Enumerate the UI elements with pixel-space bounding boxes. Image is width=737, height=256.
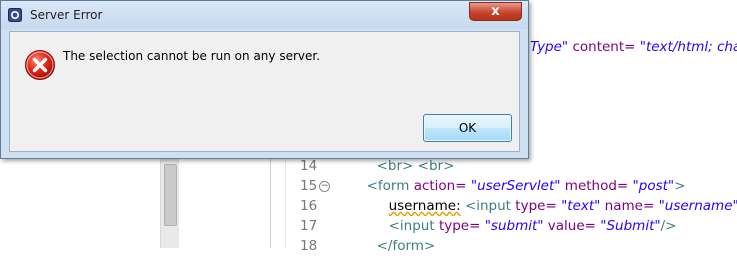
- attr-name: method=: [564, 178, 629, 194]
- attr-value: "post": [632, 178, 675, 194]
- error-icon: [25, 50, 55, 80]
- html-tag: />: [660, 218, 677, 234]
- attr-name: content=: [572, 39, 636, 55]
- attr-name: type=: [515, 198, 557, 214]
- attr-name: value=: [547, 218, 596, 234]
- line-number: 16: [300, 198, 318, 214]
- attr-value: "userServlet": [470, 178, 561, 194]
- html-tag: <br>: [417, 158, 455, 174]
- attr-value: "text/html; char: [639, 39, 737, 55]
- code-line-16[interactable]: 16 username: <input type= "text" name= "…: [300, 196, 737, 216]
- dialog-title: Server Error: [30, 8, 103, 22]
- eclipse-app-icon: [8, 8, 22, 22]
- attr-value: Type": [530, 39, 569, 55]
- code-line-17[interactable]: 17 <input type= "submit" value= "Submit"…: [300, 216, 676, 236]
- ok-label: OK: [458, 121, 477, 135]
- html-tag: >: [674, 178, 686, 194]
- line-number: 18: [300, 238, 318, 254]
- code-line-fragment: Type" content= "text/html; char: [530, 37, 737, 57]
- html-tag: <input: [464, 198, 511, 214]
- plain-text: username:: [388, 198, 461, 214]
- dialog-titlebar[interactable]: Server Error x: [1, 1, 528, 29]
- html-tag: </form>: [376, 238, 436, 254]
- line-number: 15−: [300, 178, 331, 194]
- attr-value: "text": [561, 198, 601, 214]
- fold-toggle-icon[interactable]: −: [319, 180, 331, 192]
- ok-button[interactable]: OK: [423, 114, 512, 142]
- dialog-body: The selection cannot be run on any serve…: [9, 31, 520, 152]
- html-tag: <br>: [376, 158, 414, 174]
- code-line-14[interactable]: 14 <br> <br>: [300, 156, 454, 176]
- error-message: The selection cannot be run on any serve…: [63, 49, 321, 63]
- attr-value: "submit": [484, 218, 544, 234]
- attr-value: "username": [658, 198, 737, 214]
- close-icon: x: [491, 4, 500, 19]
- html-tag: <input: [388, 218, 435, 234]
- attr-name: name=: [604, 198, 655, 214]
- scrollbar-thumb[interactable]: [164, 164, 177, 226]
- code-line-18[interactable]: 18 </form>: [300, 236, 435, 256]
- line-number: 17: [300, 218, 318, 234]
- html-tag: <form: [366, 178, 410, 194]
- close-button[interactable]: x: [469, 2, 522, 21]
- attr-name: type=: [438, 218, 481, 234]
- attr-value: "Submit": [600, 218, 661, 234]
- server-error-dialog: Server Error x The selection cannot be r…: [0, 0, 529, 159]
- line-number: 14: [300, 158, 318, 174]
- code-line-15[interactable]: 15− <form action= "userServlet" method= …: [300, 176, 685, 196]
- attr-name: action=: [413, 178, 467, 194]
